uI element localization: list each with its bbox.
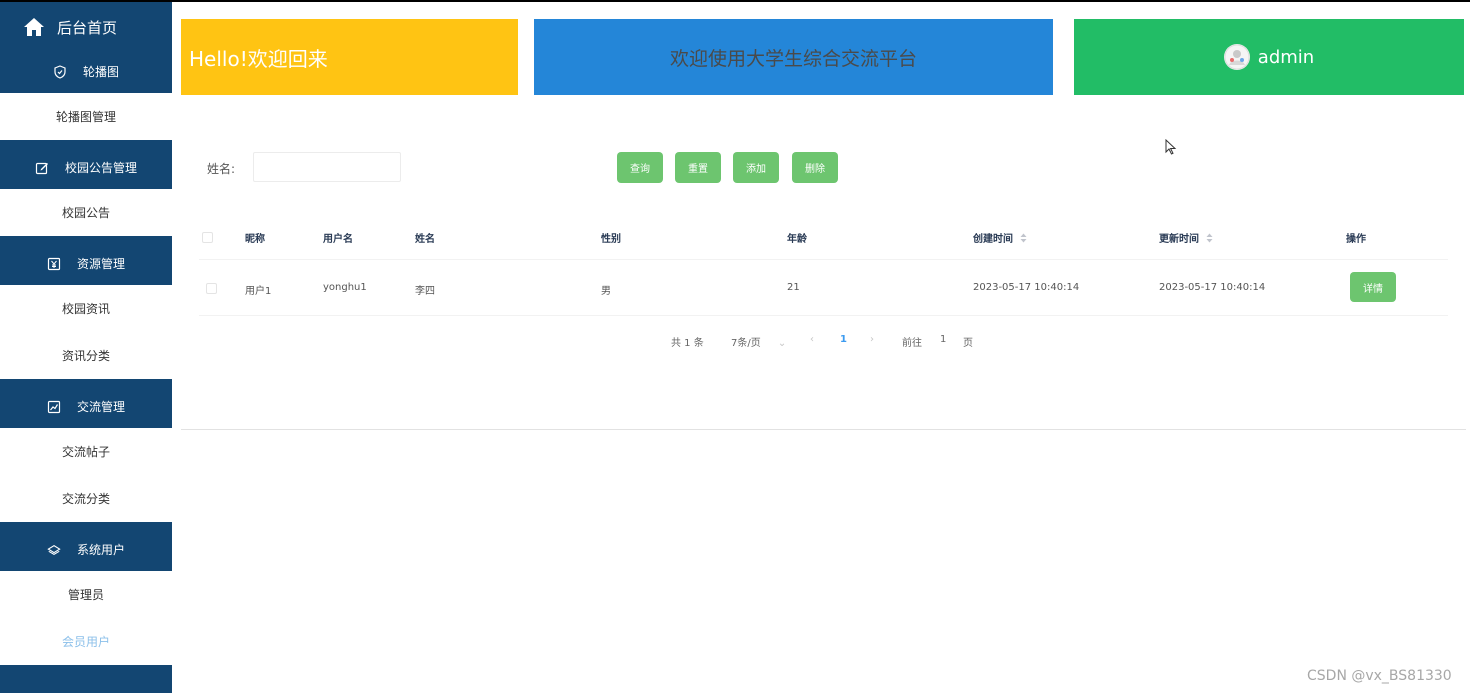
cell-updated: 2023-05-17 10:40:14	[1159, 282, 1266, 293]
row-checkbox[interactable]	[206, 283, 217, 294]
window-top-border	[0, 0, 1470, 2]
query-button[interactable]: 查询	[617, 152, 663, 183]
goto-page-input[interactable]: 1	[940, 334, 946, 345]
sidebar-item-label: 资讯分类	[61, 349, 110, 363]
sidebar-item-members[interactable]: 会员用户	[0, 618, 172, 665]
column-header-created[interactable]: 创建时间	[973, 230, 1027, 246]
sidebar-item-label: 校园资讯	[61, 302, 110, 316]
column-header-username: 用户名	[323, 234, 353, 245]
sidebar-home-label: 后台首页	[57, 18, 118, 37]
welcome-card: Hello!欢迎回来	[181, 19, 518, 95]
cell-gender: 男	[601, 286, 611, 297]
sidebar-item-campus-news[interactable]: 校园资讯	[0, 285, 172, 332]
cell-age: 21	[787, 282, 800, 293]
cell-username: yonghu1	[323, 282, 367, 293]
goto-prefix: 前往	[902, 338, 922, 349]
sidebar-group-label: 交流管理	[76, 400, 125, 414]
column-header-label: 更新时间	[1159, 234, 1199, 245]
sidebar-group-carousel[interactable]: 轮播图	[0, 50, 172, 93]
watermark: CSDN @vx_BS81330	[1307, 668, 1452, 684]
page-number-current[interactable]: 1	[840, 334, 847, 345]
sidebar: 后台首页 轮播图 轮播图管理 校园公告管理 校园公告 资源管理 校园资讯 资讯分…	[0, 2, 172, 693]
mouse-cursor-icon	[1165, 138, 1177, 159]
column-header-actions: 操作	[1346, 234, 1366, 245]
page-size-select[interactable]: 7条/页 ⌄	[731, 334, 786, 349]
sidebar-group-label: 系统用户	[76, 543, 125, 557]
sidebar-group-label: 校园公告管理	[64, 161, 137, 175]
page-size-value: 7条/页	[731, 338, 761, 349]
platform-title: 欢迎使用大学生综合交流平台	[669, 47, 917, 70]
user-card: admin	[1074, 19, 1464, 95]
yen-icon	[47, 257, 61, 271]
sidebar-item-label: 管理员	[67, 588, 104, 602]
sidebar-group-resources[interactable]: 资源管理	[0, 242, 172, 285]
row-divider	[199, 315, 1448, 316]
column-header-label: 创建时间	[973, 234, 1013, 245]
prev-page-icon[interactable]: ‹	[810, 334, 814, 345]
sidebar-item-exchange-category[interactable]: 交流分类	[0, 475, 172, 522]
sidebar-item-admins[interactable]: 管理员	[0, 571, 172, 618]
home-icon	[23, 16, 45, 38]
reset-button[interactable]: 重置	[675, 152, 721, 183]
sidebar-group-system-users[interactable]: 系统用户	[0, 528, 172, 571]
chevron-down-icon: ⌄	[777, 338, 787, 349]
sidebar-group-exchange[interactable]: 交流管理	[0, 385, 172, 428]
layers-icon	[47, 543, 61, 557]
column-header-gender: 性别	[601, 234, 621, 245]
column-header-age: 年龄	[787, 234, 807, 245]
sidebar-home[interactable]: 后台首页	[0, 2, 172, 52]
avatar[interactable]	[1223, 44, 1250, 70]
next-page-icon[interactable]: ›	[870, 334, 874, 345]
username-label[interactable]: admin	[1258, 47, 1314, 68]
sort-icon[interactable]	[1020, 233, 1027, 246]
welcome-text: Hello!欢迎回来	[189, 46, 328, 71]
column-header-name: 姓名	[415, 234, 435, 245]
edit-icon	[35, 161, 49, 175]
select-all-checkbox[interactable]	[202, 232, 213, 243]
sidebar-item-label: 轮播图管理	[55, 110, 116, 124]
platform-card: 欢迎使用大学生综合交流平台	[534, 19, 1053, 95]
sidebar-item-exchange-posts[interactable]: 交流帖子	[0, 428, 172, 475]
name-search-label: 姓名:	[207, 162, 236, 176]
delete-button[interactable]: 删除	[792, 152, 838, 183]
sidebar-group-label: 资源管理	[76, 257, 125, 271]
sidebar-item-label: 校园公告	[61, 206, 110, 220]
sort-icon[interactable]	[1206, 233, 1213, 246]
column-header-updated[interactable]: 更新时间	[1159, 230, 1213, 246]
sidebar-item-label: 交流分类	[61, 492, 110, 506]
column-header-nickname: 昵称	[245, 234, 265, 245]
detail-button[interactable]: 详情	[1350, 272, 1396, 302]
sidebar-item-carousel-manage[interactable]: 轮播图管理	[0, 93, 172, 140]
sidebar-item-news-category[interactable]: 资讯分类	[0, 332, 172, 379]
sidebar-item-label: 交流帖子	[61, 445, 110, 459]
sidebar-group-campus-notice[interactable]: 校园公告管理	[0, 146, 172, 189]
goto-suffix: 页	[963, 338, 973, 349]
pagination-total: 共 1 条	[671, 338, 704, 349]
sidebar-group-label: 轮播图	[82, 65, 119, 79]
cell-name: 李四	[415, 286, 435, 297]
cell-created: 2023-05-17 10:40:14	[973, 282, 1080, 293]
content-divider	[181, 429, 1466, 430]
sidebar-item-label: 会员用户	[61, 635, 110, 649]
chart-icon	[47, 400, 61, 414]
shield-icon	[53, 64, 67, 79]
cell-nickname: 用户1	[245, 286, 272, 297]
sidebar-item-campus-notice[interactable]: 校园公告	[0, 189, 172, 236]
name-search-input[interactable]	[253, 152, 401, 182]
row-divider	[199, 259, 1448, 260]
add-button[interactable]: 添加	[733, 152, 779, 183]
